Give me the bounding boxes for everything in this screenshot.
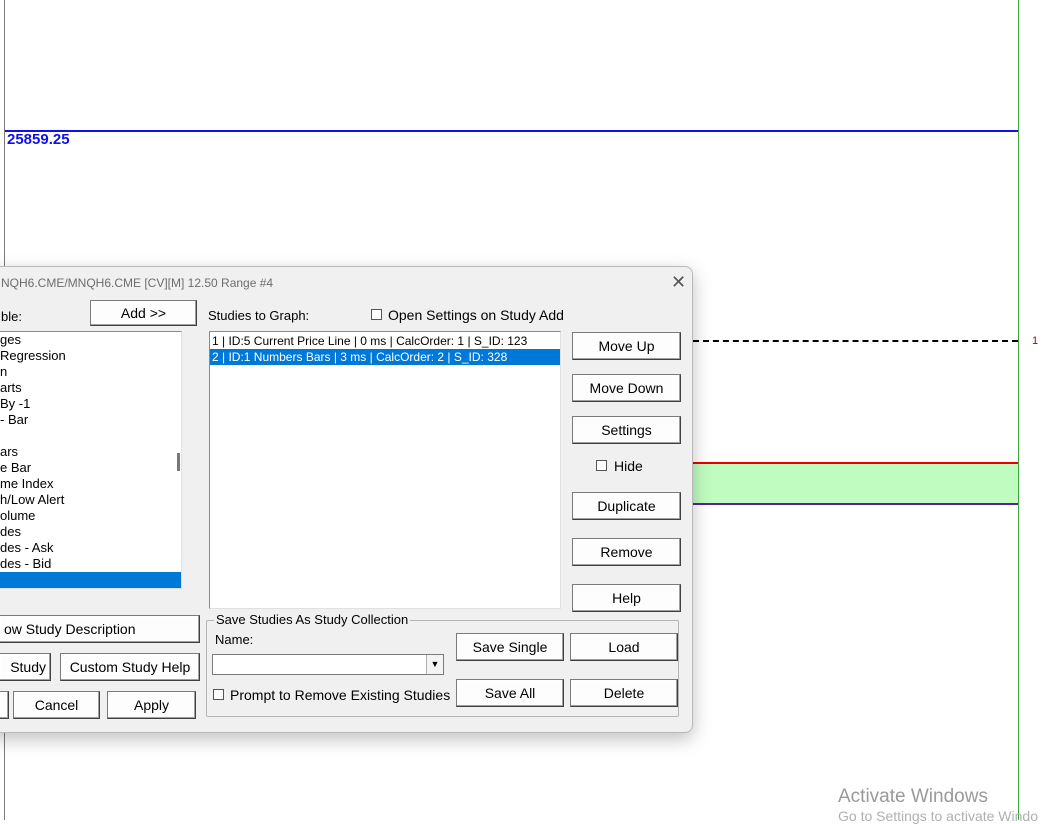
dialog-title: NQH6.CME/MNQH6.CME [CV][M] 12.50 Range #… [1,276,274,290]
list-item[interactable]: ars [0,444,181,460]
price-label: 25859.25 [7,131,70,148]
line-marker-label: 1 [1032,335,1039,347]
chevron-down-icon[interactable]: ▼ [426,655,443,674]
open-settings-label: Open Settings on Study Add [388,307,564,323]
list-item[interactable]: des - Ask [0,540,181,556]
save-all-button[interactable]: Save All [456,679,564,707]
duplicate-button[interactable]: Duplicate [572,492,681,520]
study-row[interactable]: 1 | ID:5 Current Price Line | 0 ms | Cal… [210,333,560,349]
delete-button[interactable]: Delete [570,679,678,707]
prompt-remove-label: Prompt to Remove Existing Studies [230,687,451,703]
save-single-button[interactable]: Save Single [456,633,564,661]
apply-button[interactable]: Apply [107,691,196,719]
studies-dialog: NQH6.CME/MNQH6.CME [CV][M] 12.50 Range #… [0,266,693,733]
list-item[interactable]: arts [0,380,181,396]
price-zone [693,464,1018,504]
chart-right-border [1018,0,1019,820]
move-up-button[interactable]: Move Up [572,332,681,360]
studies-to-graph-label: Studies to Graph: [208,308,310,323]
list-item[interactable]: n [0,364,181,380]
hide-label: Hide [614,458,643,474]
prompt-remove-checkbox[interactable] [213,689,224,700]
open-settings-checkbox[interactable] [371,309,382,320]
list-item[interactable]: me Index [0,476,181,492]
available-studies-list[interactable]: ges Regression n arts By -1 - Bar ars e Bar me… [0,331,182,589]
help-button[interactable]: Help [572,584,681,612]
zone-bottom-line [693,503,1018,505]
zone-top-line [693,462,1018,464]
study-row[interactable]: 2 | ID:1 Numbers Bars | 3 ms | CalcOrder… [210,349,560,365]
add-study-button[interactable]: Add >> [90,300,197,326]
ok-button-partial[interactable] [0,691,9,719]
list-item[interactable]: - Bar [0,412,181,428]
activate-windows-subtext: Go to Settings to activate Windo [838,808,1038,824]
list-item[interactable] [0,572,181,588]
collection-name-label: Name: [215,632,254,647]
move-down-button[interactable]: Move Down [572,374,681,402]
list-item[interactable]: olume [0,508,181,524]
show-study-description-button[interactable]: ow Study Description [0,615,200,643]
remove-button[interactable]: Remove [572,538,681,566]
activate-windows-watermark: Activate Windows [838,786,988,807]
list-scrollbar-thumb[interactable] [177,453,180,471]
list-item[interactable]: By -1 [0,396,181,412]
hide-checkbox[interactable] [596,460,607,471]
list-item[interactable] [0,428,181,444]
study-collection-legend: Save Studies As Study Collection [214,612,411,627]
studies-to-graph-list[interactable]: 1 | ID:5 Current Price Line | 0 ms | Cal… [209,331,561,609]
custom-study-help-button[interactable]: Custom Study Help [60,653,200,681]
close-icon[interactable]: ✕ [671,272,686,293]
list-item[interactable]: Regression [0,348,181,364]
list-item[interactable]: e Bar [0,460,181,476]
list-item[interactable]: des [0,524,181,540]
list-item[interactable]: h/Low Alert [0,492,181,508]
settings-button[interactable]: Settings [572,416,681,444]
price-line [5,130,1018,132]
available-studies-label: ble: [1,309,22,324]
load-button[interactable]: Load [570,633,678,661]
list-item[interactable]: ges [0,332,181,348]
list-item[interactable]: des - Bid [0,556,181,572]
collection-name-combobox[interactable]: ▼ [212,654,444,675]
dashed-line [693,340,1018,342]
cancel-button[interactable]: Cancel [13,691,100,719]
study-button[interactable]: Study [0,653,51,681]
